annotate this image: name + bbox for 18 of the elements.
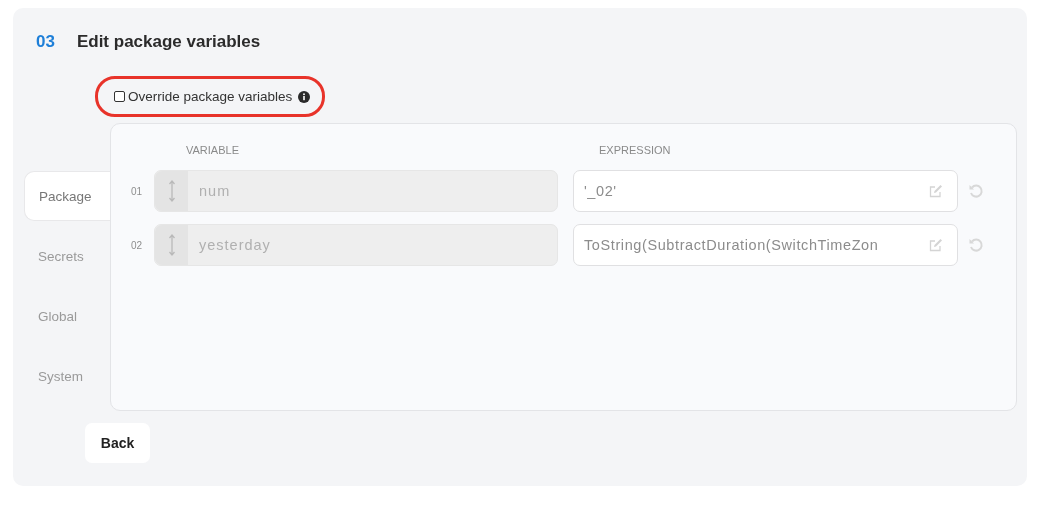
tab[interactable]: Secrets	[24, 231, 110, 281]
edit-icon[interactable]	[929, 238, 943, 252]
tab[interactable]: Package	[24, 171, 110, 221]
info-icon	[298, 90, 311, 103]
reset-icon[interactable]	[968, 237, 984, 253]
tab[interactable]: Global	[24, 291, 110, 341]
section-title: Edit package variables	[76, 32, 261, 52]
row-number: 01	[131, 185, 144, 197]
back-button[interactable]: Back	[85, 423, 150, 463]
column-header: VARIABLE	[186, 144, 240, 158]
checkbox[interactable]	[114, 91, 125, 102]
column-header: EXPRESSION	[599, 144, 671, 158]
checkbox-label: Override package variables	[128, 89, 293, 104]
row-number: 02	[131, 239, 144, 251]
edit-icon[interactable]	[929, 184, 943, 198]
tab[interactable]: System	[24, 351, 110, 401]
step-number: 03	[36, 32, 55, 52]
reset-icon[interactable]	[968, 183, 984, 199]
